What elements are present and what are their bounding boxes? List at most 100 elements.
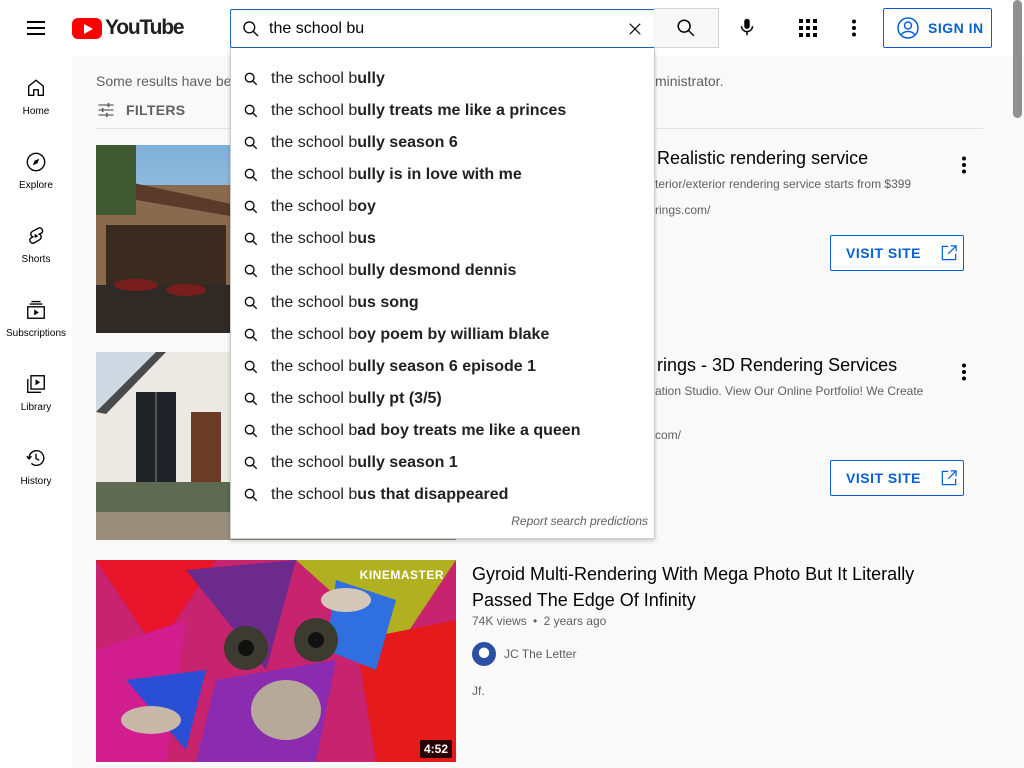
filters-button[interactable]: FILTERS: [96, 100, 185, 120]
suggestion-item[interactable]: the school bully treats me like a prince…: [231, 95, 654, 127]
search-icon: [244, 456, 258, 470]
ad-description: ation Studio. View Our Online Portfolio!…: [655, 384, 924, 398]
ad-menu-button[interactable]: [952, 153, 976, 177]
suggestion-item[interactable]: the school bully desmond dennis: [231, 255, 654, 287]
home-icon: [27, 79, 45, 97]
results-notice-end: ministrator.: [655, 73, 724, 89]
avatar[interactable]: [472, 642, 496, 666]
ad-title[interactable]: Realistic rendering service: [657, 148, 868, 169]
gyroid-video-image: [96, 560, 456, 762]
suggestion-text: the school bully season 6: [271, 134, 458, 152]
ad-menu-button[interactable]: [952, 360, 976, 384]
filter-sliders-icon: [98, 102, 114, 118]
sidebar-item-subscriptions[interactable]: Subscriptions: [0, 278, 72, 352]
search-icon: [244, 328, 258, 342]
suggestion-text: the school bad boy treats me like a quee…: [271, 422, 580, 440]
suggestion-text: the school bully treats me like a prince…: [271, 102, 566, 120]
suggestion-typed-part: the school b: [271, 134, 358, 151]
channel-name[interactable]: JC The Letter: [504, 647, 576, 661]
video-thumbnail[interactable]: KINEMASTER 4:52: [96, 560, 456, 762]
sign-in-button[interactable]: SIGN IN: [883, 8, 992, 48]
search-button[interactable]: [654, 8, 719, 48]
video-duration: 4:52: [419, 740, 452, 758]
scrollbar-thumb[interactable]: [1013, 0, 1022, 118]
voice-search-button[interactable]: [732, 12, 762, 42]
youtube-logo[interactable]: YouTube: [72, 16, 185, 39]
scrollbar-track[interactable]: [1012, 56, 1024, 768]
suggestion-completion: ully treats me like a princes: [357, 102, 567, 119]
history-icon: [26, 449, 45, 466]
suggestion-item[interactable]: the school bus song: [231, 287, 654, 319]
search-icon: [244, 168, 258, 182]
suggestion-typed-part: the school b: [271, 422, 358, 439]
ad-url[interactable]: com/: [655, 428, 681, 442]
suggestion-item[interactable]: the school boy: [231, 191, 654, 223]
more-vertical-icon: [852, 19, 856, 37]
search-icon: [244, 264, 258, 278]
settings-menu-button[interactable]: [842, 14, 866, 42]
suggestion-completion: ad boy treats me like a queen: [357, 422, 581, 439]
suggestion-item[interactable]: the school bus that disappeared: [231, 479, 654, 511]
suggestion-typed-part: the school b: [271, 230, 358, 247]
sidebar-item-explore[interactable]: Explore: [0, 130, 72, 204]
suggestion-completion: ully: [357, 70, 385, 87]
ad-description: terior/exterior rendering service starts…: [655, 177, 912, 191]
channel-link[interactable]: JC The Letter: [472, 642, 576, 666]
suggestion-text: the school bully season 6 episode 1: [271, 358, 536, 376]
suggestion-item[interactable]: the school bully is in love with me: [231, 159, 654, 191]
sidebar-item-label: History: [20, 476, 52, 487]
sidebar-item-history[interactable]: History: [0, 426, 72, 500]
suggestion-completion: us: [357, 230, 376, 247]
report-predictions-link[interactable]: Report search predictions: [511, 514, 648, 528]
compass-icon: [26, 152, 46, 172]
suggestion-item[interactable]: the school bus: [231, 223, 654, 255]
suggestion-completion: oy: [357, 198, 376, 215]
search-icon: [244, 72, 258, 86]
search-suggestions-dropdown: the school bully the school bully treats …: [230, 48, 655, 539]
visit-site-button[interactable]: VISIT SITE: [830, 235, 964, 271]
sidebar-item-shorts[interactable]: Shorts: [0, 204, 72, 278]
suggestion-typed-part: the school b: [271, 262, 358, 279]
suggestion-completion: oy poem by william blake: [357, 326, 550, 343]
shorts-icon: [29, 227, 44, 244]
sidebar-item-home[interactable]: Home: [0, 56, 72, 130]
clear-search-button[interactable]: [622, 16, 648, 42]
video-metadata: 74K views • 2 years ago: [472, 614, 607, 628]
suggestion-item[interactable]: the school boy poem by william blake: [231, 319, 654, 351]
search-input[interactable]: [269, 10, 609, 47]
suggestion-completion: us that disappeared: [357, 486, 509, 503]
more-vertical-icon: [962, 156, 966, 174]
search-icon: [244, 392, 258, 406]
suggestion-completion: ully season 6 episode 1: [357, 358, 537, 375]
close-icon: [629, 23, 641, 35]
suggestion-typed-part: the school b: [271, 390, 358, 407]
ad-title[interactable]: rings - 3D Rendering Services: [657, 355, 897, 376]
external-link-icon: [941, 470, 957, 486]
account-icon: [897, 17, 919, 39]
suggestion-item[interactable]: the school bully season 6: [231, 127, 654, 159]
ad-url[interactable]: rings.com/: [655, 203, 710, 217]
suggestion-item[interactable]: the school bad boy treats me like a quee…: [231, 415, 654, 447]
view-count: 74K views: [472, 614, 527, 628]
apps-button[interactable]: [794, 14, 822, 42]
search-icon: [244, 200, 258, 214]
suggestion-text: the school bus song: [271, 294, 419, 312]
logo-text: YouTube: [105, 16, 185, 39]
suggestion-item[interactable]: the school bully season 1: [231, 447, 654, 479]
suggestion-completion: ully is in love with me: [357, 166, 522, 183]
suggestion-item[interactable]: the school bully pt (3/5): [231, 383, 654, 415]
more-vertical-icon: [962, 363, 966, 381]
guide-menu-button[interactable]: [24, 16, 48, 40]
subscriptions-icon: [27, 300, 45, 319]
sidebar-item-library[interactable]: Library: [0, 352, 72, 426]
suggestion-item[interactable]: the school bully season 6 episode 1: [231, 351, 654, 383]
visit-site-button[interactable]: VISIT SITE: [830, 460, 964, 496]
suggestion-item[interactable]: the school bully: [231, 63, 654, 95]
suggestion-list: the school bully the school bully treats …: [231, 63, 654, 511]
sidebar-item-label: Library: [20, 402, 52, 413]
microphone-icon: [740, 18, 754, 36]
mini-guide: Home Explore Shorts Subscriptions Librar…: [0, 56, 72, 768]
suggestion-text: the school boy poem by william blake: [271, 326, 549, 344]
video-title[interactable]: Gyroid Multi-Rendering With Mega Photo B…: [472, 561, 952, 613]
search-box[interactable]: [230, 9, 655, 48]
